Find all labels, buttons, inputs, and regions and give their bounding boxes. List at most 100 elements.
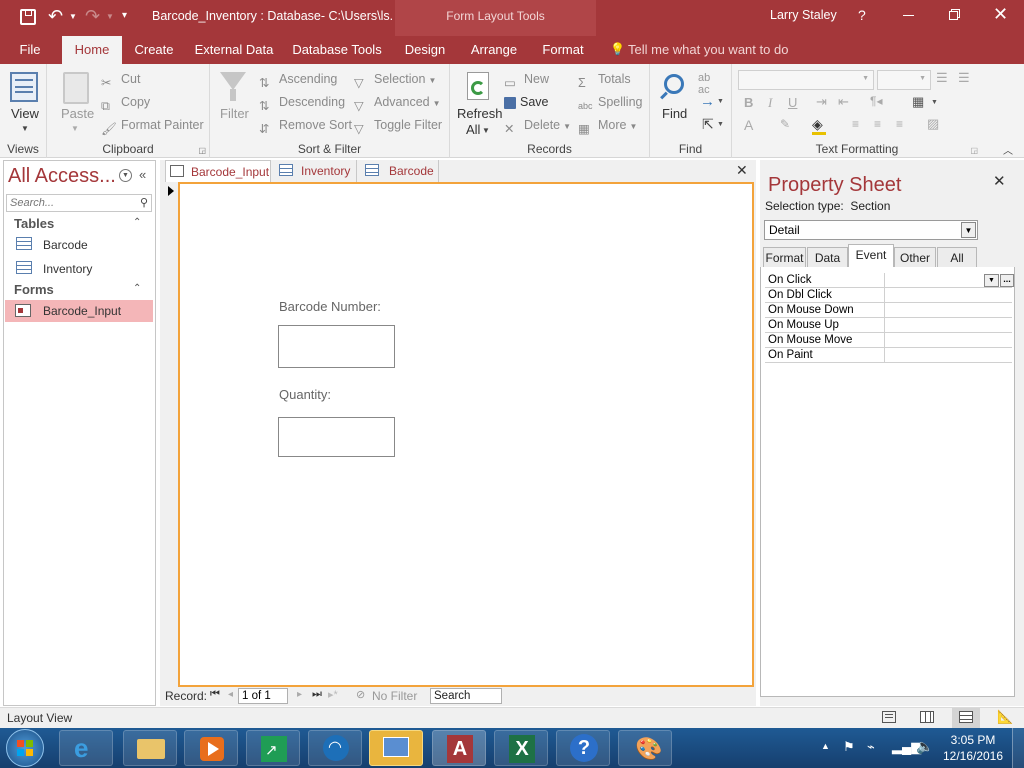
barcode-number-field[interactable] (278, 325, 395, 368)
help-support-icon[interactable]: ? (556, 730, 610, 766)
property-row-on-mouse-up[interactable]: On Mouse Up (765, 318, 1012, 333)
text-formatting-launcher-icon[interactable]: ◲ (970, 146, 978, 155)
property-row-on-click[interactable]: On Click ▼ ... (765, 273, 1014, 288)
builder-ellipsis-icon[interactable]: ... (1000, 274, 1014, 287)
view-icon[interactable] (10, 72, 38, 102)
doc-tab-barcode[interactable]: Barcode (359, 160, 439, 182)
tell-me-box[interactable]: Tell me what you want to do (628, 36, 788, 64)
forms-header[interactable]: Forms (14, 282, 54, 297)
select-icon[interactable]: ⇱ (702, 116, 714, 133)
nav-collapse-icon[interactable]: « (139, 167, 146, 182)
action-center-icon[interactable]: ⚑ (843, 739, 855, 755)
chevron-down-icon[interactable]: ▼ (984, 274, 999, 287)
form-view-icon[interactable] (882, 711, 896, 723)
excel-icon[interactable]: X (494, 730, 548, 766)
datasheet-view-icon[interactable] (920, 711, 934, 723)
undo-dropdown-icon[interactable]: ▼ (69, 12, 77, 21)
tables-header[interactable]: Tables (14, 216, 54, 231)
clipboard-launcher-icon[interactable]: ◲ (198, 146, 206, 155)
tab-format[interactable]: Format (537, 36, 589, 64)
tab-home[interactable]: Home (62, 36, 122, 64)
prop-tab-other[interactable]: Other (894, 247, 936, 268)
minimize-icon[interactable] (903, 15, 914, 16)
doc-tab-barcode-input[interactable]: Barcode_Input (165, 160, 271, 182)
prop-tab-format[interactable]: Format (763, 247, 806, 268)
layout-view-icon[interactable] (952, 708, 980, 728)
tab-design[interactable]: Design (401, 36, 449, 64)
form-detail-section[interactable]: Barcode Number: Quantity: (178, 182, 754, 687)
property-row-on-paint[interactable]: On Paint (765, 348, 1012, 363)
nav-item-barcode-table[interactable]: Barcode (4, 235, 155, 257)
select-dropdown-icon[interactable]: ▼ (717, 121, 724, 128)
close-document-icon[interactable]: ✕ (736, 162, 748, 179)
selection-dropdown[interactable]: Detail ▼ (764, 220, 978, 240)
tab-external-data[interactable]: External Data (192, 36, 276, 64)
nav-item-barcode-input-form[interactable]: Barcode_Input (5, 300, 153, 322)
gridlines-dropdown-icon[interactable]: ▼ (931, 99, 938, 106)
tab-create[interactable]: Create (130, 36, 178, 64)
close-property-sheet-icon[interactable]: ✕ (993, 172, 1006, 190)
goto-dropdown-icon[interactable]: ▼ (717, 98, 724, 105)
nav-title[interactable]: All Access... (8, 165, 116, 188)
collapse-ribbon-icon[interactable]: ︿ (1003, 142, 1013, 157)
design-view-icon[interactable]: 📐 (997, 709, 1013, 725)
chevron-down-icon[interactable]: ▼ (961, 222, 976, 238)
volume-icon[interactable]: 🔈 (916, 738, 933, 755)
control-panel-icon[interactable] (369, 730, 423, 766)
power-icon[interactable]: ⌁ (867, 739, 875, 755)
paint-icon[interactable]: 🎨 (618, 730, 672, 766)
tables-collapse-icon[interactable]: ⌃ (133, 217, 141, 228)
property-row-on-mouse-move[interactable]: On Mouse Move (765, 333, 1012, 348)
property-row-on-mouse-down[interactable]: On Mouse Down (765, 303, 1012, 318)
media-player-icon[interactable] (184, 730, 238, 766)
customize-toolbar-icon[interactable]: ▾ (122, 10, 127, 21)
quantity-field[interactable] (278, 417, 395, 457)
tab-arrange[interactable]: Arrange (466, 36, 522, 64)
nav-item-inventory-table[interactable]: Inventory (4, 259, 155, 281)
user-name[interactable]: Larry Staley (770, 8, 837, 22)
save-record-button[interactable]: Save (504, 92, 549, 112)
restore-icon[interactable] (949, 9, 960, 20)
internet-explorer-icon[interactable]: e (59, 730, 113, 766)
show-hidden-icons-icon[interactable]: ▲ (821, 741, 830, 751)
refresh-all-label[interactable]: All (466, 122, 480, 137)
refresh-dropdown-icon[interactable]: ▼ (482, 126, 490, 135)
clock-time[interactable]: 3:05 PM (944, 733, 1002, 747)
search-icon[interactable]: ⚲ (140, 196, 148, 209)
record-position-box[interactable]: 1 of 1 (238, 688, 288, 704)
clock-date[interactable]: 12/16/2016 (942, 749, 1004, 763)
start-button[interactable] (6, 729, 44, 767)
gridlines-icon[interactable]: ▦ (912, 94, 924, 110)
tab-database-tools[interactable]: Database Tools (290, 36, 384, 64)
find-button[interactable]: Find (662, 106, 687, 121)
file-explorer-icon[interactable] (123, 730, 177, 766)
help-icon[interactable]: ? (858, 7, 866, 23)
access-icon[interactable]: A (432, 730, 486, 766)
wifi-icon[interactable]: ◠ (308, 730, 362, 766)
record-selector[interactable] (160, 182, 178, 686)
view-dropdown-icon[interactable]: ▼ (21, 124, 29, 133)
record-search-box[interactable]: Search (430, 688, 502, 704)
show-desktop-button[interactable] (1012, 728, 1024, 768)
first-record-icon[interactable]: ⏮ (210, 688, 220, 701)
nav-search-box[interactable]: ⚲ (6, 194, 152, 212)
nav-menu-icon[interactable]: ▼ (119, 169, 132, 182)
nav-search-input[interactable] (7, 195, 131, 211)
save-icon[interactable] (20, 9, 36, 25)
tab-file[interactable]: File (12, 36, 48, 64)
prop-tab-all[interactable]: All (937, 247, 977, 268)
doc-tab-inventory[interactable]: Inventory (273, 160, 357, 182)
fill-color-icon[interactable]: ◈ (812, 116, 823, 133)
stock-chart-icon[interactable]: ↗ (246, 730, 300, 766)
property-row-on-dbl-click[interactable]: On Dbl Click (765, 288, 1012, 303)
refresh-label[interactable]: Refresh (457, 106, 503, 121)
goto-icon[interactable]: → (700, 93, 715, 110)
view-button[interactable]: View (11, 106, 39, 121)
refresh-icon[interactable] (467, 72, 489, 100)
prop-tab-data[interactable]: Data (807, 247, 848, 268)
undo-icon[interactable]: ↶ (48, 6, 63, 27)
close-icon[interactable]: ✕ (993, 4, 1008, 25)
last-record-icon[interactable]: ⏭ (312, 688, 322, 701)
forms-collapse-icon[interactable]: ⌃ (133, 283, 141, 294)
prop-tab-event[interactable]: Event (848, 244, 894, 268)
